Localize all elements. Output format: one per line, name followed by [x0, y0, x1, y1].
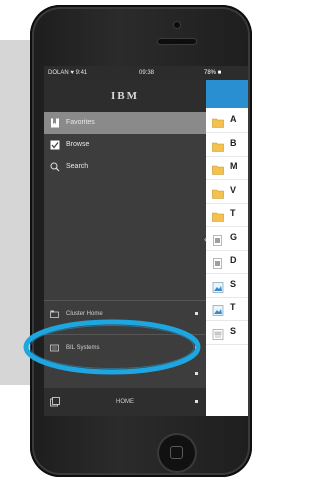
menu-item-browse[interactable]: Browse — [44, 134, 206, 156]
file-list-item[interactable]: B — [206, 134, 248, 157]
cluster-icon — [50, 344, 59, 352]
file-name-initial: D — [230, 255, 237, 265]
menu-item-label: Favorites — [66, 119, 95, 126]
menu-item-label: Search — [66, 163, 89, 170]
navigation-drawer: IBM Favorites Browse Search Cluster Home… — [44, 66, 206, 416]
cluster-extra-item[interactable] — [44, 362, 206, 386]
checkbox-icon — [50, 140, 60, 150]
file-name-initial: M — [230, 161, 238, 171]
home-button[interactable] — [159, 435, 195, 471]
menu-item-label: Browse — [66, 141, 90, 148]
bullet-indicator — [195, 400, 198, 403]
file-list-item[interactable]: M — [206, 157, 248, 180]
clock-text: 09:38 — [139, 70, 155, 76]
file-list-item[interactable]: S — [206, 322, 248, 345]
file-list-item[interactable]: S — [206, 275, 248, 298]
phone-screen: IBM Favorites Browse Search Cluster Home… — [44, 66, 248, 416]
company-logo: IBM — [44, 80, 206, 112]
camera-icon — [174, 22, 180, 28]
file-name-initial: S — [230, 278, 237, 289]
bullet-indicator — [195, 312, 198, 315]
file-list-item[interactable]: T — [206, 298, 248, 321]
file-name-initial: S — [230, 325, 237, 336]
bottom-bar[interactable]: HOME — [44, 388, 206, 416]
document-icon — [212, 233, 224, 246]
bil-systems-item[interactable]: BIL Systems — [44, 336, 206, 360]
cluster-label: BIL Systems — [66, 345, 100, 351]
bookmark-icon — [51, 118, 59, 128]
folder-icon — [212, 115, 224, 128]
cluster-label: Cluster Home — [66, 311, 103, 317]
carrier-text: DOLAN ♥ 9:41 — [48, 70, 88, 76]
file-name-initial: T — [230, 208, 236, 218]
file-name-initial: A — [230, 114, 237, 124]
file-list-item[interactable]: G — [206, 228, 248, 251]
stage: IBM Favorites Browse Search Cluster Home… — [0, 0, 256, 479]
folder-icon — [212, 139, 224, 152]
image-icon — [212, 303, 224, 316]
status-bar: DOLAN ♥ 9:41 09:38 78% ■ — [44, 66, 248, 80]
presentation-icon — [212, 327, 224, 340]
divider — [44, 300, 206, 301]
search-icon — [50, 162, 60, 172]
bullet-indicator — [195, 372, 198, 375]
image-icon — [212, 280, 224, 293]
folder-icon — [212, 186, 224, 199]
file-name-initial: G — [230, 231, 238, 242]
bottom-bar-label: HOME — [116, 399, 134, 405]
menu-item-search[interactable]: Search — [44, 156, 206, 178]
battery-text: 78% ■ — [204, 70, 222, 76]
file-name-initial: V — [230, 184, 237, 195]
folder-icon — [212, 162, 224, 175]
home-icon — [50, 310, 59, 318]
cluster-home-item[interactable]: Cluster Home — [44, 302, 206, 326]
collapse-handle-icon[interactable]: ‹ — [204, 234, 207, 244]
gallery-icon — [50, 397, 60, 407]
file-list-item[interactable]: A — [206, 110, 248, 133]
file-list-item[interactable]: V — [206, 181, 248, 204]
file-name-initial: B — [230, 137, 237, 148]
file-name-initial: T — [230, 302, 236, 312]
document-icon — [212, 256, 224, 269]
folder-icon — [212, 209, 224, 222]
divider — [44, 334, 206, 335]
menu-item-favorites[interactable]: Favorites — [44, 112, 206, 134]
file-list-pane: A B M V T G D S T S — [206, 80, 248, 416]
file-list-item[interactable]: T — [206, 204, 248, 227]
speaker-grille — [158, 39, 196, 44]
file-pane-header — [206, 80, 248, 108]
file-list-item[interactable]: D — [206, 251, 248, 274]
bullet-indicator — [195, 346, 198, 349]
background-panel — [0, 40, 30, 385]
